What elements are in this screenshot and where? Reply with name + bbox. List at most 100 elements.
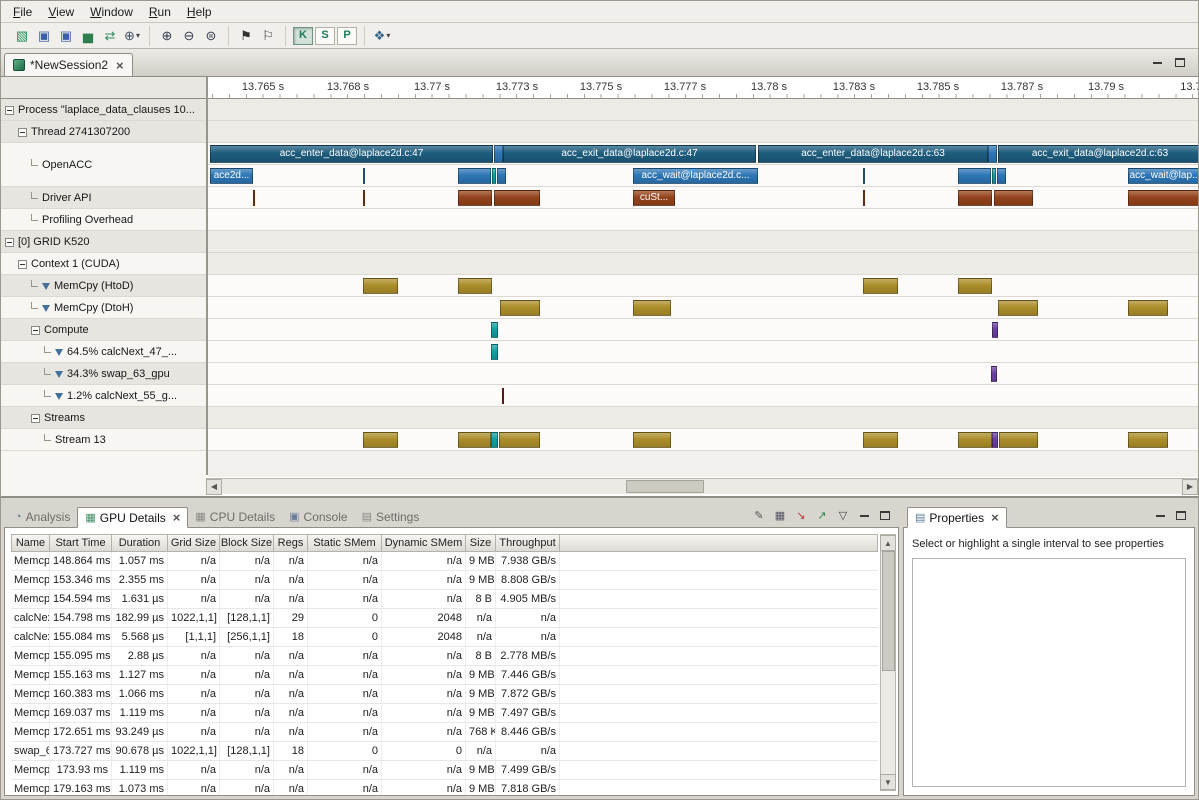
timeline-bar[interactable] [458, 168, 491, 184]
close-tab-icon[interactable]: × [173, 511, 181, 524]
tab-newsession2[interactable]: *NewSession2 × [4, 53, 133, 76]
save-button[interactable]: ▣ [34, 26, 54, 46]
timeline-bar[interactable]: acc_wait@laplace2d.c... [633, 168, 758, 184]
column-header-throughput[interactable]: Throughput [496, 534, 560, 552]
timeline-bar[interactable] [491, 322, 498, 338]
table-row-4[interactable]: calcNext155.084 ms5.568 µs[1,1,1][256,1,… [11, 628, 878, 647]
tree-row-1[interactable]: Thread 2741307200 [1, 121, 206, 143]
table-row-8[interactable]: Memcpy169.037 ms1.119 msn/an/an/an/an/a9… [11, 704, 878, 723]
tab-properties[interactable]: ▤ Properties × [907, 507, 1007, 528]
tree-row-12[interactable]: 1.2% calcNext_55_g... [1, 385, 206, 407]
column-header-block-size[interactable]: Block Size [220, 534, 274, 552]
import-button[interactable]: ↘ [791, 506, 811, 524]
expander-icon[interactable] [5, 106, 14, 115]
timeline-bar[interactable] [988, 145, 997, 163]
timeline-bar[interactable] [458, 278, 492, 294]
table-row-3[interactable]: calcNext154.798 ms182.99 µs1022,1,1][128… [11, 609, 878, 628]
maximize-editor-button[interactable] [1170, 54, 1190, 71]
tree-row-7[interactable]: MemCpy (HtoD) [1, 275, 206, 297]
timeline-hscrollbar[interactable]: ◀ ▶ [206, 478, 1198, 494]
expander-icon[interactable] [5, 238, 14, 247]
stream-mode-button[interactable]: S [315, 27, 335, 45]
details-vscrollbar[interactable]: ▲ ▼ [880, 534, 896, 791]
filter-icon[interactable] [55, 349, 63, 356]
group-columns-button[interactable]: ▦ [770, 506, 790, 524]
tab-console[interactable]: ▣Console [282, 506, 354, 527]
filter-icon[interactable] [55, 393, 63, 400]
filter-icon[interactable] [42, 283, 50, 290]
menu-item-view[interactable]: View [40, 2, 82, 22]
timeline-tracks[interactable]: acc_enter_data@laplace2d.c:47acc_exit_da… [208, 99, 1198, 477]
timeline-bar[interactable] [458, 190, 492, 206]
filter-icon[interactable] [42, 305, 50, 312]
timeline-bar[interactable] [497, 168, 506, 184]
expander-icon[interactable] [31, 326, 40, 335]
timeline-bar[interactable]: acc_enter_data@laplace2d.c:63 [758, 145, 988, 163]
expander-icon[interactable] [18, 260, 27, 269]
timeline-bar[interactable] [494, 145, 503, 163]
menu-item-window[interactable]: Window [82, 2, 141, 22]
timeline-bar[interactable]: ace2d... [210, 168, 253, 184]
scroll-up-button[interactable]: ▲ [880, 535, 896, 551]
timeline-bar[interactable] [363, 190, 365, 206]
tab-settings[interactable]: ▤Settings [355, 506, 427, 527]
timeline-bar[interactable] [998, 300, 1038, 316]
table-row-6[interactable]: Memcpy155.163 ms1.127 msn/an/an/an/an/a9… [11, 666, 878, 685]
scroll-right-button[interactable]: ▶ [1182, 479, 1198, 495]
column-header-duration[interactable]: Duration [112, 534, 168, 552]
tree-row-9[interactable]: Compute [1, 319, 206, 341]
timeline-bar[interactable]: acc_exit_data@laplace2d.c:47 [503, 145, 756, 163]
timeline-bar[interactable] [999, 432, 1038, 448]
save-as-button[interactable]: ▣ [56, 26, 76, 46]
minimize-properties-button[interactable] [1150, 507, 1170, 524]
timeline-bar[interactable] [499, 432, 540, 448]
table-row-12[interactable]: Memcpy179.163 ms1.073 msn/an/an/an/an/a9… [11, 780, 878, 796]
table-row-0[interactable]: Memcpy148.864 ms1.057 msn/an/an/an/an/a9… [11, 552, 878, 571]
column-header-grid-size[interactable]: Grid Size [168, 534, 220, 552]
timeline-bar[interactable] [1128, 432, 1168, 448]
timeline-bar[interactable] [363, 432, 398, 448]
minimize-details-button[interactable] [854, 507, 874, 524]
expander-icon[interactable] [18, 128, 27, 137]
timeline-bar[interactable] [494, 190, 540, 206]
tab-analysis[interactable]: ◔Analysis [8, 506, 77, 527]
menu-item-help[interactable]: Help [179, 2, 220, 22]
column-header-regs[interactable]: Regs [274, 534, 308, 552]
table-row-1[interactable]: Memcpy153.346 ms2.355 msn/an/an/an/an/a9… [11, 571, 878, 590]
new-session-button[interactable]: ▧ [12, 26, 32, 46]
timeline-bar[interactable]: acc_exit_data@laplace2d.c:63 [998, 145, 1198, 163]
profile-chart-button[interactable]: ▅ [78, 26, 98, 46]
table-row-11[interactable]: Memcpy173.93 ms1.119 msn/an/an/an/an/a9 … [11, 761, 878, 780]
timeline-bar[interactable] [491, 432, 498, 448]
tree-row-2[interactable]: OpenACC [1, 143, 206, 187]
tab-gpu-details[interactable]: ▦GPU Details× [77, 507, 188, 528]
menu-item-run[interactable]: Run [141, 2, 179, 22]
edit-filter-button[interactable]: ✎ [749, 506, 769, 524]
tree-row-4[interactable]: Profiling Overhead [1, 209, 206, 231]
timeline-bar[interactable] [253, 190, 255, 206]
tree-row-14[interactable]: Stream 13 [1, 429, 206, 451]
timeline-bar[interactable] [997, 168, 1006, 184]
table-row-7[interactable]: Memcpy160.383 ms1.066 msn/an/an/an/an/a9… [11, 685, 878, 704]
table-row-5[interactable]: Memcpy155.095 ms2.88 µsn/an/an/an/an/a8 … [11, 647, 878, 666]
kernel-mode-button[interactable]: K [293, 27, 313, 45]
column-header-start-time[interactable]: Start Time [50, 534, 112, 552]
table-row-9[interactable]: Memcpy172.651 ms93.249 µsn/an/an/an/an/a… [11, 723, 878, 742]
export-csv-button[interactable]: ↗ [812, 506, 832, 524]
timeline-bar[interactable] [863, 432, 898, 448]
timeline-bar[interactable] [491, 344, 498, 360]
table-row-10[interactable]: swap_63173.727 ms90.678 µs1022,1,1][128,… [11, 742, 878, 761]
process-mode-button[interactable]: P [337, 27, 357, 45]
filter-icon[interactable] [55, 371, 63, 378]
timeline-bar[interactable] [363, 168, 365, 184]
timeline-bar[interactable] [633, 432, 671, 448]
hscroll-thumb[interactable] [626, 480, 704, 493]
tree-row-11[interactable]: 34.3% swap_63_gpu [1, 363, 206, 385]
maximize-properties-button[interactable] [1171, 507, 1191, 524]
timeline-bar[interactable] [502, 388, 504, 404]
scroll-left-button[interactable]: ◀ [206, 479, 222, 495]
timeline-bar[interactable]: acc_wait@lap... [1128, 168, 1198, 184]
tree-row-8[interactable]: MemCpy (DtoH) [1, 297, 206, 319]
timeline-bar[interactable] [500, 300, 540, 316]
flag-marker-button[interactable]: ⚑ [236, 26, 256, 46]
